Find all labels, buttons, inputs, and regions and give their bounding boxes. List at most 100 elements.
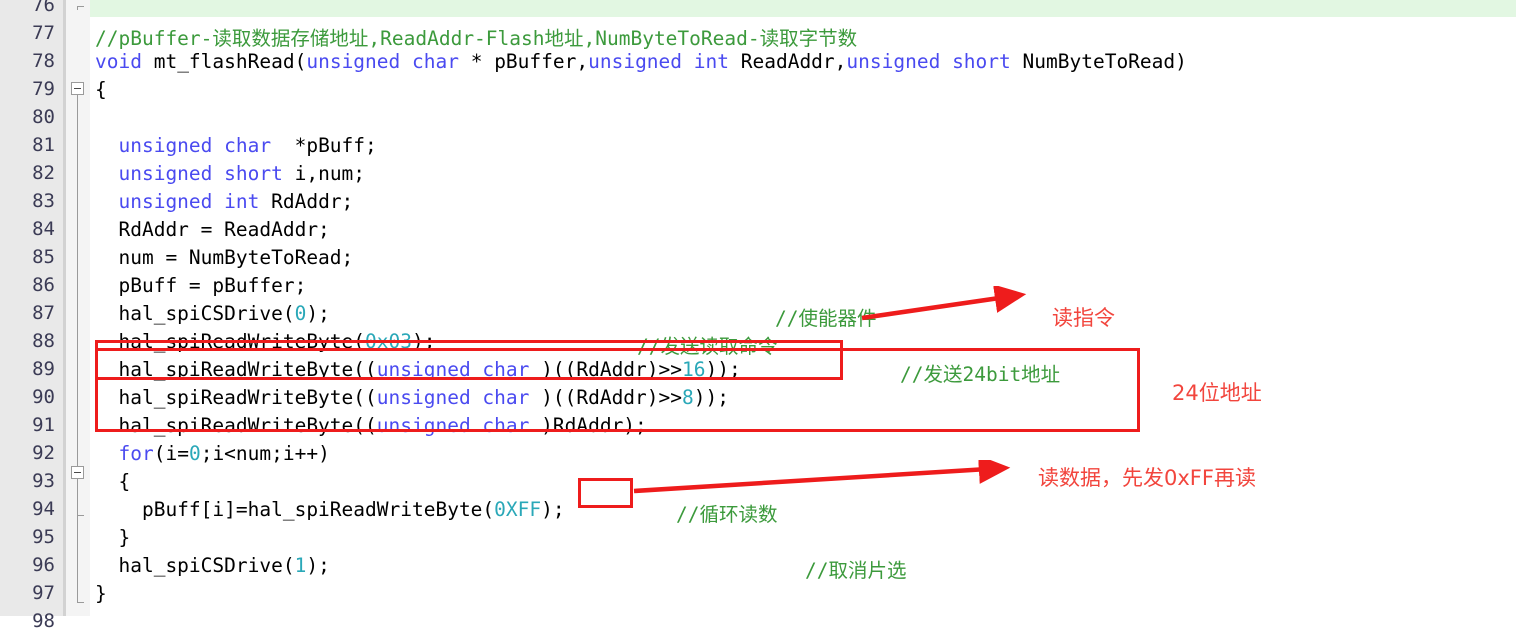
code-token: *pBuff; xyxy=(271,134,377,157)
code-token: //循环读数 xyxy=(676,503,778,526)
code-token: * pBuffer, xyxy=(458,50,589,73)
code-line-97[interactable]: } xyxy=(95,582,107,610)
code-line-81[interactable]: unsigned char *pBuff; xyxy=(95,134,377,162)
annotation-24bit-address: 24位地址 xyxy=(1172,381,1262,405)
code-editor[interactable]: 76 77 78 79 80 81 82 83 84 85 86 87 88 89 90 91 92 93 94 95… xyxy=(0,0,1516,632)
line-number-80: 80 xyxy=(32,106,55,128)
fold-line-loop-body xyxy=(77,479,78,515)
code-token: 0XFF xyxy=(494,498,542,521)
line-number-78: 78 xyxy=(32,50,55,72)
code-comment-line-94[interactable]: //循环读数 xyxy=(676,498,777,526)
code-token: 8 xyxy=(682,386,694,409)
fold-end-bottom xyxy=(77,602,84,603)
code-token: { xyxy=(95,470,131,493)
code-token: ); xyxy=(541,498,565,521)
code-token: num = NumByteToRead; xyxy=(95,246,354,269)
code-token: hal_spiReadWriteByte( xyxy=(95,330,366,353)
code-token: unsigned int xyxy=(118,190,260,213)
code-token: unsigned char xyxy=(376,414,530,437)
code-line-89[interactable]: hal_spiReadWriteByte((unsigned char )((R… xyxy=(95,358,741,386)
fold-line-function-tail xyxy=(77,515,78,603)
code-line-88[interactable]: hal_spiReadWriteByte(0x03); xyxy=(95,330,435,358)
code-token: hal_spiCSDrive( xyxy=(95,302,295,325)
line-number-77: 77 xyxy=(32,22,55,44)
code-token: pBuff = pBuffer; xyxy=(95,274,307,297)
code-token: 1 xyxy=(294,554,307,577)
line-number-83: 83 xyxy=(32,190,55,212)
code-comment-line-96[interactable]: //取消片选 xyxy=(805,554,906,582)
fold-line-function-body xyxy=(77,95,78,472)
code-token: 0x03 xyxy=(365,330,412,353)
code-token: (i= xyxy=(153,442,189,465)
line-number-88: 88 xyxy=(32,330,55,352)
code-token: )); xyxy=(705,358,741,381)
line-number-98: 98 xyxy=(32,610,55,632)
code-token: 0 xyxy=(294,302,307,325)
code-token: ); xyxy=(412,330,436,353)
code-line-84[interactable]: RdAddr = ReadAddr; xyxy=(95,218,329,246)
fold-end-top xyxy=(77,6,84,7)
code-token: i,num; xyxy=(282,162,366,185)
line-number-97: 97 xyxy=(32,582,55,604)
code-token: ;i<num;i++) xyxy=(200,442,330,465)
line-number-96: 96 xyxy=(32,554,55,576)
line-number-91: 91 xyxy=(32,414,55,436)
code-token: )((RdAddr)>> xyxy=(529,358,683,381)
annotation-read-instruction: 读指令 xyxy=(1052,306,1115,330)
code-line-79[interactable]: { xyxy=(95,78,107,106)
code-token: unsigned int xyxy=(588,50,729,73)
code-line-90[interactable]: hal_spiReadWriteByte((unsigned char )((R… xyxy=(95,386,729,414)
fold-line-top xyxy=(77,6,78,10)
code-token: unsigned char xyxy=(306,50,459,73)
line-number-92: 92 xyxy=(32,442,55,464)
code-line-86[interactable]: pBuff = pBuffer; xyxy=(95,274,306,302)
code-line-85[interactable]: num = NumByteToRead; xyxy=(95,246,353,274)
code-token: )((RdAddr)>> xyxy=(529,386,683,409)
code-token: hal_spiCSDrive( xyxy=(95,554,295,577)
code-comment-line-89[interactable]: //发送24bit地址 xyxy=(900,358,1060,386)
code-token: ReadAddr, xyxy=(729,50,847,73)
code-line-83[interactable]: unsigned int RdAddr; xyxy=(95,190,353,218)
code-token: { xyxy=(95,78,107,101)
code-token: void xyxy=(95,50,142,73)
code-token: 0 xyxy=(188,442,201,465)
code-token: for xyxy=(118,442,154,465)
code-token: 16 xyxy=(682,358,706,381)
code-token: )RdAddr); xyxy=(529,414,647,437)
line-number-76: 76 xyxy=(32,0,55,16)
code-token: pBuff[i]=hal_spiReadWriteByte( xyxy=(95,498,495,521)
code-token: //pBuffer-读取数据存储地址,ReadAddr-Flash地址,NumB… xyxy=(95,27,858,50)
code-line-78[interactable]: void mt_flashRead(unsigned char * pBuffe… xyxy=(95,50,1187,78)
line-number-95: 95 xyxy=(32,526,55,548)
code-line-96[interactable]: hal_spiCSDrive(1); xyxy=(95,554,329,582)
code-line-94[interactable]: pBuff[i]=hal_spiReadWriteByte(0XFF); xyxy=(95,498,565,526)
fold-toggle-line-79[interactable] xyxy=(71,82,84,95)
code-line-95[interactable]: } xyxy=(95,526,130,554)
code-token: mt_flashRead( xyxy=(141,50,307,73)
code-line-92[interactable]: for(i=0;i<num;i++) xyxy=(95,442,330,470)
code-line-87[interactable]: hal_spiCSDrive(0); xyxy=(95,302,330,330)
code-token: //取消片选 xyxy=(805,559,907,582)
code-comment-line-88[interactable]: //发送读取命令 xyxy=(637,330,777,358)
fold-end-line-95 xyxy=(77,515,84,516)
fold-toggle-line-93[interactable] xyxy=(71,466,84,479)
line-number-82: 82 xyxy=(32,162,55,184)
line-number-85: 85 xyxy=(32,246,55,268)
code-token: } xyxy=(95,526,131,549)
code-line-93[interactable]: { xyxy=(95,470,130,498)
code-comment-line-87[interactable]: //使能器件 xyxy=(775,302,876,330)
code-token: hal_spiReadWriteByte(( xyxy=(95,386,377,409)
code-token: //发送读取命令 xyxy=(637,335,778,358)
line-number-86: 86 xyxy=(32,274,55,296)
code-line-82[interactable]: unsigned short i,num; xyxy=(95,162,365,190)
annotation-read-data: 读数据，先发0xFF再读 xyxy=(1038,466,1256,490)
code-token: ); xyxy=(306,302,330,325)
line-number-87: 87 xyxy=(32,302,55,324)
line-number-79: 79 xyxy=(32,78,55,100)
code-token: unsigned char xyxy=(118,134,272,157)
code-line-77[interactable]: //pBuffer-读取数据存储地址,ReadAddr-Flash地址,NumB… xyxy=(95,22,857,50)
code-line-91[interactable]: hal_spiReadWriteByte((unsigned char )RdA… xyxy=(95,414,647,442)
